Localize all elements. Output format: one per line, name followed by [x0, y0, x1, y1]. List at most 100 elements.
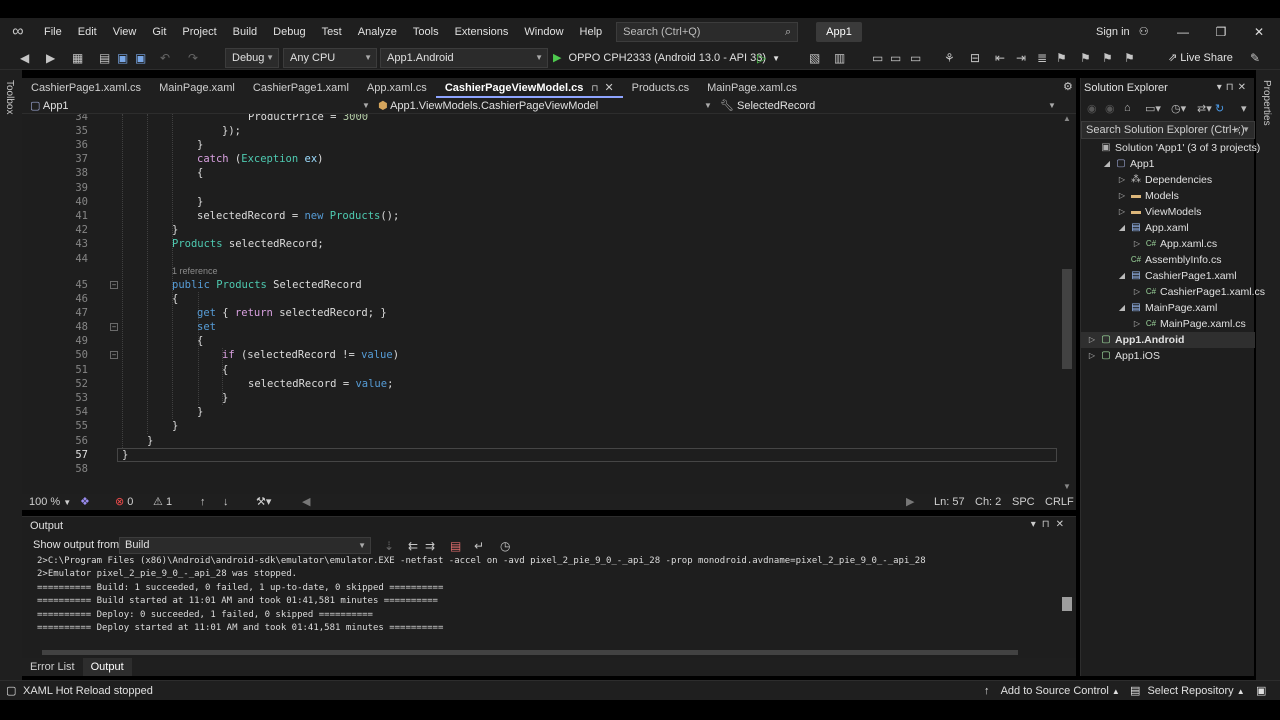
menu-window[interactable]: Window — [516, 18, 571, 46]
start-without-debugging-icon[interactable]: ▷ — [757, 50, 766, 66]
device-manager-icon[interactable]: ▭ — [872, 50, 883, 66]
publish-icon[interactable]: ⚘ — [944, 50, 955, 66]
format-icon[interactable]: ≣ — [1037, 50, 1047, 66]
line-indicator[interactable]: Ln: 57 — [934, 494, 965, 510]
outdent-icon[interactable]: ⇤ — [995, 50, 1005, 66]
code-line[interactable]: 56} — [22, 434, 1056, 448]
bookmark-icon[interactable]: ⚑ — [1056, 50, 1067, 66]
android-sdk-icon[interactable]: ▭ — [890, 50, 901, 66]
layout-icon[interactable]: ▥ — [834, 50, 845, 66]
code-line[interactable]: 40} — [22, 195, 1056, 209]
panel-options-icon[interactable]: ▾ — [1217, 82, 1226, 93]
solution-tree-node[interactable]: ◢ ▤ CashierPage1.xaml — [1081, 268, 1255, 284]
solution-tree-node[interactable]: ▷ ▢ App1.iOS — [1081, 348, 1255, 364]
scrollbar-thumb[interactable] — [1062, 597, 1072, 611]
zoom-select[interactable]: 100 % ▼ — [29, 494, 71, 511]
code-line[interactable]: 55} — [22, 419, 1056, 433]
editor-tab[interactable]: CashierPageViewModel.cs ⊓ ✕ — [435, 78, 623, 98]
bookmark-next-icon[interactable]: ⚑ — [1102, 50, 1113, 66]
fold-toggle-icon[interactable]: − — [110, 323, 118, 331]
scroll-down-icon[interactable]: ▼ — [1063, 482, 1071, 491]
code-line[interactable]: 35}); — [22, 124, 1056, 138]
output-horizontal-scrollbar[interactable] — [22, 647, 1058, 657]
word-wrap-icon[interactable]: ↵ — [474, 538, 484, 554]
redo-icon[interactable]: ↷ — [188, 50, 198, 66]
editor-tab[interactable]: MainPage.xaml — [150, 78, 244, 98]
live-share-button[interactable]: ⇗ Live Share — [1168, 48, 1233, 68]
editor-tab[interactable]: MainPage.xaml.cs — [698, 78, 806, 98]
indent-icon[interactable]: ⇥ — [1016, 50, 1026, 66]
expanded-chevron-icon[interactable]: ◢ — [1117, 300, 1127, 316]
fold-toggle-icon[interactable]: − — [110, 281, 118, 289]
tab-output[interactable]: Output — [82, 658, 132, 676]
close-icon[interactable]: ✕ — [604, 82, 613, 94]
indent-indicator[interactable]: SPC — [1012, 494, 1035, 510]
startup-project-select[interactable]: App1.Android ▼ — [380, 48, 548, 68]
pin-icon[interactable]: ⊓ — [1042, 519, 1056, 530]
solution-tree-node[interactable]: ◢ ▤ App.xaml — [1081, 220, 1255, 236]
collapsed-chevron-icon[interactable]: ▷ — [1087, 348, 1097, 364]
hot-reload-status[interactable]: XAML Hot Reload stopped — [23, 681, 153, 701]
solution-tree-node[interactable]: ▷ ▬ ViewModels — [1081, 204, 1255, 220]
menu-project[interactable]: Project — [174, 18, 224, 46]
close-window-button[interactable]: ✕ — [1240, 18, 1278, 46]
back-icon[interactable]: ◀ — [20, 50, 29, 66]
code-line[interactable]: 34 ProductPrice = 3000 — [22, 114, 1056, 124]
code-editor[interactable]: 34 ProductPrice = 3000 35}); 36} 37 catch (Ex… — [22, 114, 1076, 494]
previous-issue-icon[interactable]: ↑ — [200, 494, 206, 510]
code-line[interactable]: 46 { — [22, 292, 1056, 306]
errors-indicator[interactable]: ⊗ 0 — [115, 494, 133, 510]
code-line[interactable]: 53} — [22, 391, 1056, 405]
solution-tree-node[interactable]: ▷ C# CashierPage1.xaml.cs — [1081, 284, 1265, 300]
sync-icon[interactable]: ⇄▾ — [1197, 102, 1212, 115]
xamarin-icon[interactable]: ▭ — [910, 50, 921, 66]
expanded-chevron-icon[interactable]: ◢ — [1102, 156, 1112, 172]
code-line[interactable]: 58 — [22, 462, 1056, 476]
toolbox-tab[interactable]: Toolbox — [4, 80, 15, 114]
refresh-icon[interactable]: ↻ — [1215, 102, 1224, 115]
bookmark-clear-icon[interactable]: ⚑ — [1124, 50, 1135, 66]
forward-icon[interactable]: ▶ — [46, 50, 55, 66]
code-line[interactable]: 49 { — [22, 334, 1056, 348]
menu-tools[interactable]: Tools — [405, 18, 447, 46]
menu-extensions[interactable]: Extensions — [447, 18, 517, 46]
menu-help[interactable]: Help — [572, 18, 611, 46]
collapsed-chevron-icon[interactable]: ▷ — [1132, 316, 1142, 332]
notifications-icon[interactable]: ▣ — [1256, 681, 1266, 701]
copilot-icon[interactable]: ❖ — [80, 494, 90, 510]
scroll-left-icon[interactable]: ◀ — [302, 494, 310, 510]
code-line[interactable]: 50 − if (selectedRecord != value) — [22, 348, 1056, 362]
code-line[interactable]: 39 — [22, 181, 1056, 195]
solution-tree-node[interactable]: ▷ C# App.xaml.cs — [1081, 236, 1255, 252]
timestamp-icon[interactable]: ◷ — [500, 538, 510, 554]
tab-settings-icon[interactable]: ⚙ — [1063, 80, 1073, 93]
menu-debug[interactable]: Debug — [265, 18, 313, 46]
type-scope-select[interactable]: ⬢ App1.ViewModels.CashierPageViewModel — [378, 98, 708, 114]
output-source-select[interactable]: Build ▼ — [119, 537, 371, 554]
configuration-select[interactable]: Debug ▼ — [225, 48, 279, 68]
solution-tree-node[interactable]: ▷ ▢ App1.Android — [1081, 332, 1255, 348]
code-line[interactable]: 47 get { return selectedRecord; } — [22, 306, 1056, 320]
code-line[interactable]: 54} — [22, 405, 1056, 419]
char-indicator[interactable]: Ch: 2 — [975, 494, 1001, 510]
menu-build[interactable]: Build — [225, 18, 265, 46]
code-line[interactable]: 42} — [22, 223, 1056, 237]
feedback-icon[interactable]: ✎ — [1250, 50, 1260, 66]
close-panel-icon[interactable]: ✕ — [1056, 519, 1070, 530]
back-icon[interactable]: ◉ — [1087, 102, 1097, 115]
editor-tab[interactable]: CashierPage1.xaml — [244, 78, 358, 98]
maximize-button[interactable]: ❐ — [1202, 18, 1240, 46]
pending-changes-icon[interactable]: ◷▾ — [1171, 102, 1186, 115]
editor-tab[interactable]: Products.cs — [623, 78, 698, 98]
menu-git[interactable]: Git — [144, 18, 174, 46]
menu-file[interactable]: File — [36, 18, 70, 46]
warnings-indicator[interactable]: ⚠ 1 — [153, 494, 172, 510]
close-panel-icon[interactable]: ✕ — [1238, 82, 1250, 93]
platform-select[interactable]: Any CPU ▼ — [283, 48, 377, 68]
collapsed-chevron-icon[interactable]: ▷ — [1117, 188, 1127, 204]
line-ending-indicator[interactable]: CRLF — [1045, 494, 1074, 510]
select-repository-button[interactable]: ▤ Select Repository ▲ — [1130, 681, 1245, 702]
sign-in-button[interactable]: Sign in ⚇ — [1096, 18, 1149, 46]
code-line[interactable]: 38 { — [22, 166, 1056, 180]
editor-tab[interactable]: App.xaml.cs — [358, 78, 436, 98]
